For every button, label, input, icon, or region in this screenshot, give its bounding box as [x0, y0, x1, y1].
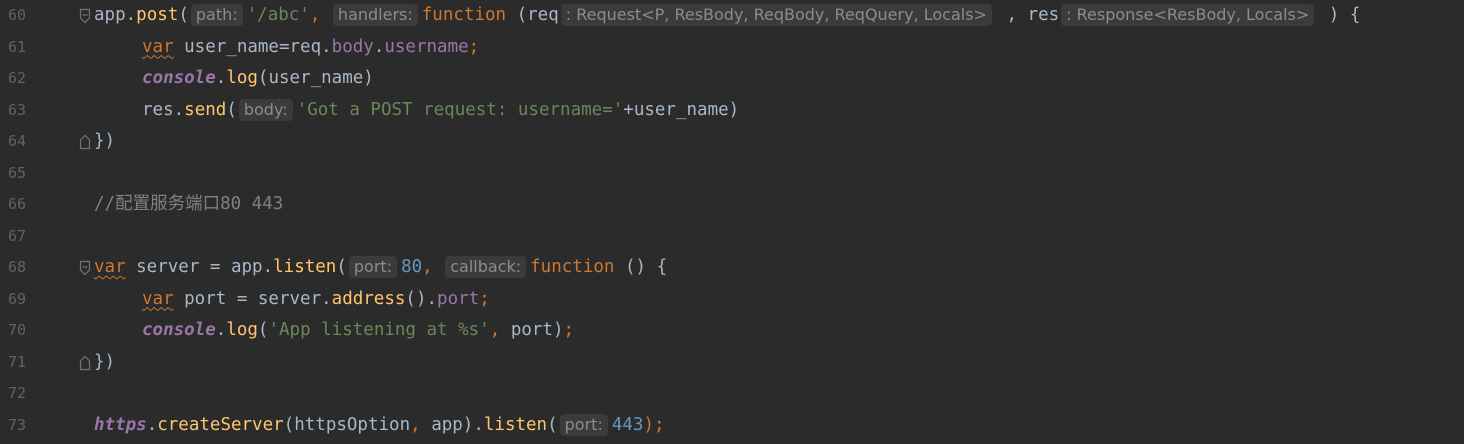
code-line-69[interactable]: 69 var port = server.address().port;: [0, 284, 1464, 316]
code-content[interactable]: //配置服务端口80 443: [94, 193, 283, 215]
code-content[interactable]: var user_name=req.body.username;: [142, 36, 479, 58]
code-content[interactable]: }): [94, 351, 115, 373]
line-number: 64: [8, 132, 27, 150]
code-content[interactable]: console.log(user_name): [142, 67, 374, 89]
line-number: 65: [8, 163, 27, 182]
param-hint: path:: [190, 4, 243, 26]
code-line-63[interactable]: 63 res.send(body: 'Got a POST request: us…: [0, 95, 1464, 127]
code-line-60[interactable]: 60 app.post(path: '/abc', handlers: functi…: [0, 0, 1464, 32]
line-number: 71: [8, 352, 27, 371]
code-content[interactable]: res.send(body: 'Got a POST request: usern…: [142, 98, 739, 121]
fold-collapse-icon[interactable]: [79, 8, 91, 24]
type-hint: : Request<P, ResBody, ReqBody, ReqQuery,…: [560, 4, 992, 26]
code-editor[interactable]: 60 app.post(path: '/abc', handlers: functi…: [0, 0, 1464, 444]
code-comment: //配置服务端口80 443: [94, 194, 284, 214]
code-content[interactable]: console.log('App listening at %s', port)…: [142, 319, 574, 341]
line-number: 70: [8, 321, 27, 339]
code-content[interactable]: https.createServer(httpsOption, app).lis…: [94, 413, 665, 436]
code-content[interactable]: app.post(path: '/abc', handlers: function …: [94, 4, 1360, 26]
line-number: 67: [8, 226, 27, 245]
param-hint: callback:: [445, 256, 527, 278]
code-line-68[interactable]: 68 var server = app.listen(port: 80, call…: [0, 252, 1464, 284]
code-line-71[interactable]: 71 }): [0, 347, 1464, 379]
param-hint: handlers:: [332, 4, 418, 26]
code-line-62[interactable]: 62 console.log(user_name): [0, 63, 1464, 95]
param-hint: port:: [559, 413, 608, 436]
type-hint: : Response<ResBody, Locals>: [1061, 4, 1315, 26]
line-number: 63: [8, 100, 27, 119]
code-line-66[interactable]: 66 //配置服务端口80 443: [0, 189, 1464, 221]
line-number: 73: [8, 415, 27, 434]
line-number: 69: [8, 289, 27, 308]
code-line-72[interactable]: 72: [0, 378, 1464, 410]
code-line-64[interactable]: 64 }): [0, 126, 1464, 158]
code-content[interactable]: var server = app.listen(port: 80, callbac…: [94, 256, 667, 278]
line-number: 61: [8, 37, 27, 56]
code-line-70[interactable]: 70 console.log('App listening at %s', po…: [0, 315, 1464, 347]
code-line-61[interactable]: 61 var user_name=req.body.username;: [0, 32, 1464, 64]
param-hint: port:: [348, 256, 398, 278]
code-line-65[interactable]: 65: [0, 158, 1464, 190]
code-line-73[interactable]: 73 https.createServer(httpsOption, app).…: [0, 410, 1464, 442]
line-number: 60: [8, 6, 27, 24]
code-content[interactable]: }): [94, 130, 115, 152]
param-hint: body:: [238, 98, 293, 121]
line-number: 68: [8, 258, 27, 276]
line-number: 72: [8, 384, 27, 402]
line-number: 66: [8, 195, 27, 213]
fold-end-icon[interactable]: [79, 355, 91, 371]
code-line-67[interactable]: 67: [0, 221, 1464, 253]
line-number: 62: [8, 69, 27, 87]
code-content[interactable]: var port = server.address().port;: [142, 288, 490, 310]
fold-end-icon[interactable]: [79, 134, 91, 150]
fold-collapse-icon[interactable]: [79, 260, 91, 276]
